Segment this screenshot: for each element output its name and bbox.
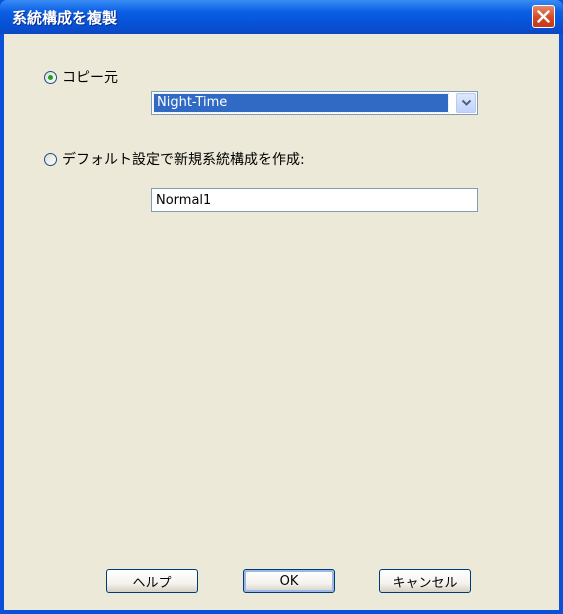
duplicate-configuration-dialog: 系統構成を複製 コピー元 Night-Time デフォルト設定で新規系統構成を作… [0,0,563,614]
help-button[interactable]: ヘルプ [106,569,198,593]
dropdown-button[interactable] [456,93,476,113]
create-default-radio[interactable] [44,152,57,166]
copy-from-label: コピー元 [62,70,118,86]
cancel-button-label: キャンセル [392,575,458,591]
cancel-button[interactable]: キャンセル [379,569,471,593]
help-button-label: ヘルプ [132,575,172,591]
new-configuration-name-input[interactable] [151,188,478,212]
ok-button-label: OK [279,573,299,589]
dialog-body: コピー元 Night-Time デフォルト設定で新規系統構成を作成: ヘルプ O… [4,34,559,610]
copy-from-option[interactable]: コピー元 [44,67,118,87]
title-bar[interactable]: 系統構成を複製 [0,0,563,34]
chevron-down-icon [461,99,472,106]
close-button[interactable] [532,5,555,28]
copy-source-value: Night-Time [153,93,449,113]
copy-source-dropdown[interactable]: Night-Time [151,91,478,115]
create-default-option[interactable]: デフォルト設定で新規系統構成を作成: [44,149,305,169]
dialog-title: 系統構成を複製 [12,9,118,27]
ok-button[interactable]: OK [243,569,335,593]
create-default-label: デフォルト設定で新規系統構成を作成: [62,152,305,168]
copy-from-radio[interactable] [44,70,57,84]
close-icon [537,10,550,23]
